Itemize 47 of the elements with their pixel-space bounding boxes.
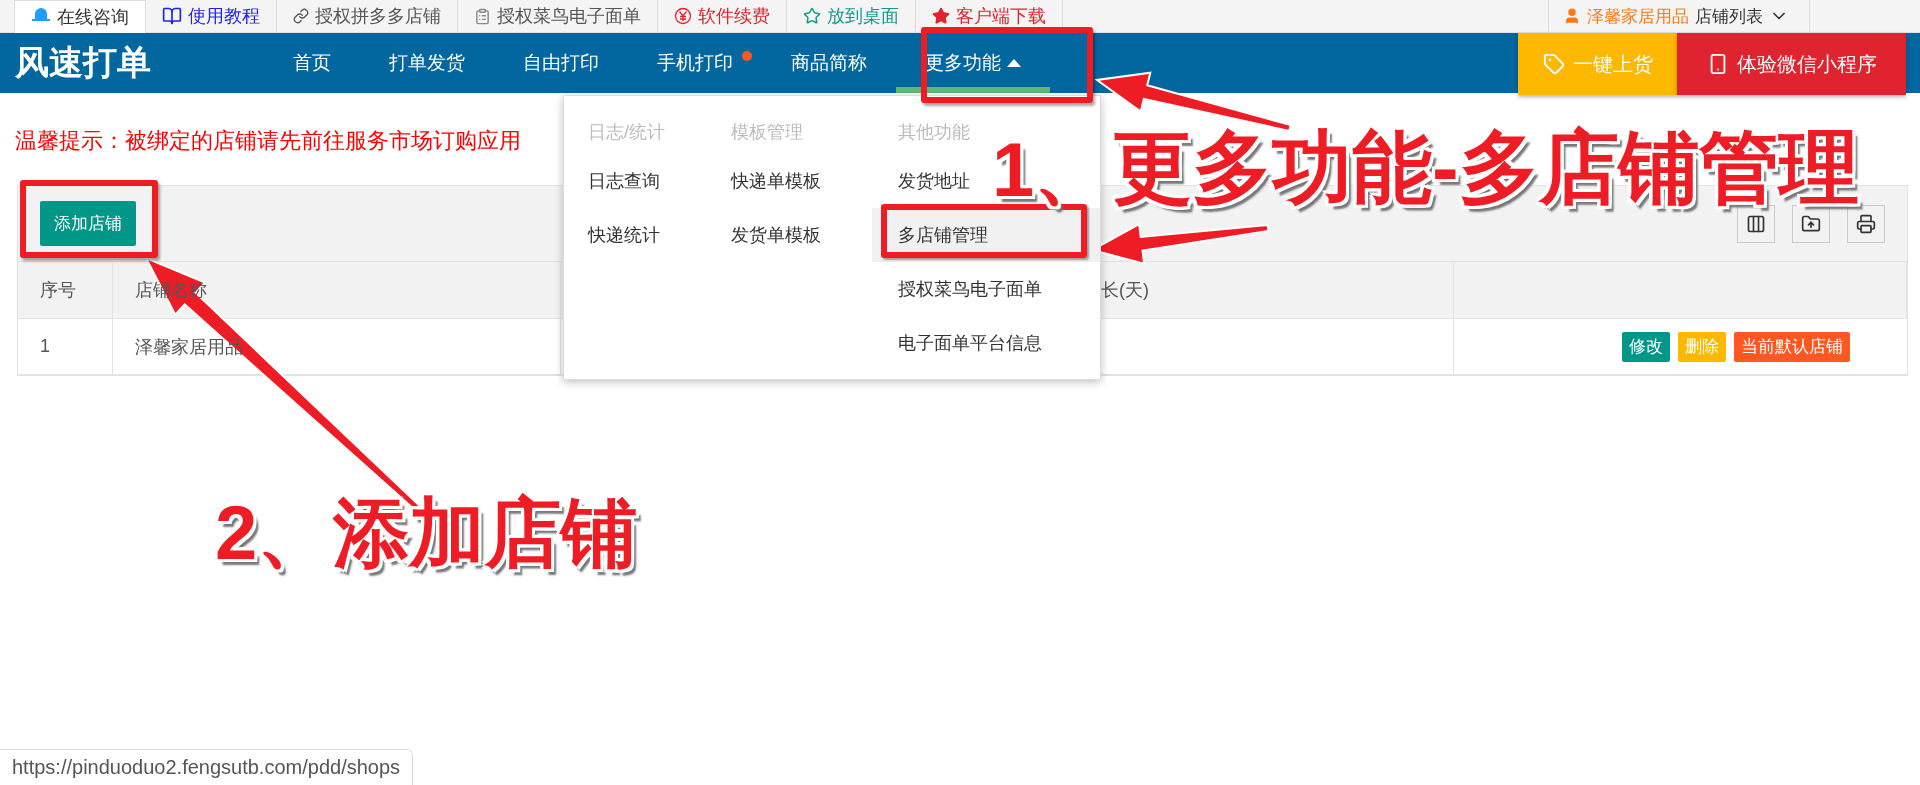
nav-item[interactable]: 首页 xyxy=(264,33,360,93)
folder-icon xyxy=(1801,213,1821,234)
printer-icon xyxy=(1856,213,1876,234)
notice-text: 温馨提示：被绑定的店铺请先前往服务市场订购应用 xyxy=(15,127,521,155)
nav-item[interactable]: 打单发货 xyxy=(360,33,494,93)
nav-item[interactable]: 自由打印 xyxy=(494,33,628,93)
print-button[interactable] xyxy=(1847,204,1885,243)
row-action-button[interactable]: 修改 xyxy=(1621,331,1670,362)
user-icon xyxy=(1563,7,1581,25)
column-header: 序号 xyxy=(18,262,113,318)
top-link[interactable]: 放到桌面 xyxy=(787,0,916,32)
yen-icon xyxy=(674,7,692,25)
status-url: https://pinduoduo2.fengsutb.com/pdd/shops xyxy=(0,749,414,785)
row-action-button[interactable]: 当前默认店铺 xyxy=(1733,331,1850,362)
tag-icon xyxy=(1542,53,1565,75)
annotation-text: 2、添加店铺 xyxy=(215,495,638,571)
top-link[interactable]: 授权菜鸟电子面单 xyxy=(458,0,658,32)
top-link[interactable]: 软件续费 xyxy=(658,0,787,32)
menu-item[interactable]: 发货地址 xyxy=(898,154,970,208)
menu-item[interactable]: 快递统计 xyxy=(588,208,660,262)
link-icon xyxy=(293,8,309,24)
table-cell: 1 xyxy=(18,319,113,374)
menu-item[interactable]: 授权菜鸟电子面单 xyxy=(898,262,1042,316)
columns-icon xyxy=(1746,213,1766,234)
top-link[interactable]: 客户端下载 xyxy=(916,0,1063,32)
star-icon xyxy=(932,7,950,25)
mini-program-button[interactable]: 体验微信小程序 xyxy=(1677,33,1906,95)
menu-item[interactable]: 电子面单平台信息 xyxy=(898,316,1042,370)
nav-item[interactable]: 手机打印 xyxy=(628,33,762,93)
book-icon xyxy=(162,6,182,26)
menu-group-title: 模板管理 xyxy=(731,121,803,144)
shop-list-menu[interactable]: 店铺列表 xyxy=(1695,4,1763,28)
top-link[interactable]: 授权拼多多店铺 xyxy=(277,0,458,32)
top-link[interactable]: 使用教程 xyxy=(146,0,277,32)
add-shop-button[interactable]: 添加店铺 xyxy=(40,201,136,246)
menu-group-title: 日志/统计 xyxy=(588,121,665,144)
nav-item[interactable]: 商品简称 xyxy=(762,33,896,93)
nav-item[interactable]: 更多功能 xyxy=(896,33,1050,93)
menu-item[interactable]: 快递单模板 xyxy=(731,154,821,208)
menu-item[interactable]: 发货单模板 xyxy=(731,208,821,262)
top-link[interactable]: 在线咨询 xyxy=(14,0,146,33)
logo: 风速打单 xyxy=(14,42,152,83)
export-button[interactable] xyxy=(1792,204,1830,243)
menu-group-title: 其他功能 xyxy=(898,121,970,144)
menu-item[interactable]: 日志查询 xyxy=(588,154,660,208)
clipboard-icon xyxy=(474,7,491,25)
star-icon xyxy=(803,7,821,25)
